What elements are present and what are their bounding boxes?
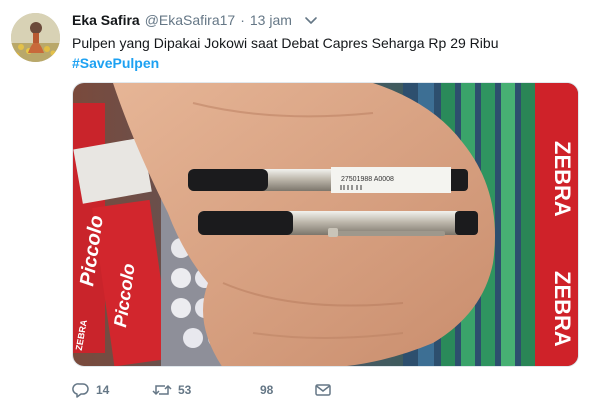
pen-bottom	[198, 211, 478, 237]
pen-top: 27501988 A0008	[188, 167, 468, 193]
brand-label-right-2: ZEBRA	[550, 271, 575, 347]
retweet-button[interactable]: 53	[152, 380, 191, 400]
tweet-photo[interactable]: Piccolo Piccolo ZEBRA ZEBRA ZEBRA 275019…	[72, 82, 579, 367]
message-icon	[314, 382, 332, 398]
reply-icon	[72, 381, 90, 399]
reply-count: 14	[96, 383, 110, 397]
avatar[interactable]	[11, 13, 60, 62]
barcode-label: 27501988 A0008	[341, 176, 394, 183]
like-count: 98	[260, 383, 274, 397]
separator-dot: ·	[240, 12, 245, 28]
tweet-card: Eka Safira @EkaSafira17 · 13 jam Pulpen …	[0, 0, 590, 412]
brand-label-right: ZEBRA	[550, 141, 575, 217]
message-button[interactable]	[314, 380, 332, 400]
tweet-actions: 14 53 98	[72, 380, 492, 400]
user-handle[interactable]: @EkaSafira17	[145, 12, 235, 28]
reply-button[interactable]: 14	[72, 380, 109, 400]
retweet-icon	[152, 381, 172, 399]
retweet-count: 53	[178, 383, 192, 397]
hashtag-link[interactable]: #SavePulpen	[72, 53, 159, 73]
display-name[interactable]: Eka Safira	[72, 12, 140, 28]
timestamp[interactable]: 13 jam	[250, 12, 292, 28]
tweet-header: Eka Safira @EkaSafira17 · 13 jam	[72, 12, 292, 32]
tweet-text: Pulpen yang Dipakai Jokowi saat Debat Ca…	[72, 35, 499, 51]
caret-down-icon[interactable]	[303, 14, 319, 28]
like-button[interactable]: 98	[252, 380, 273, 400]
